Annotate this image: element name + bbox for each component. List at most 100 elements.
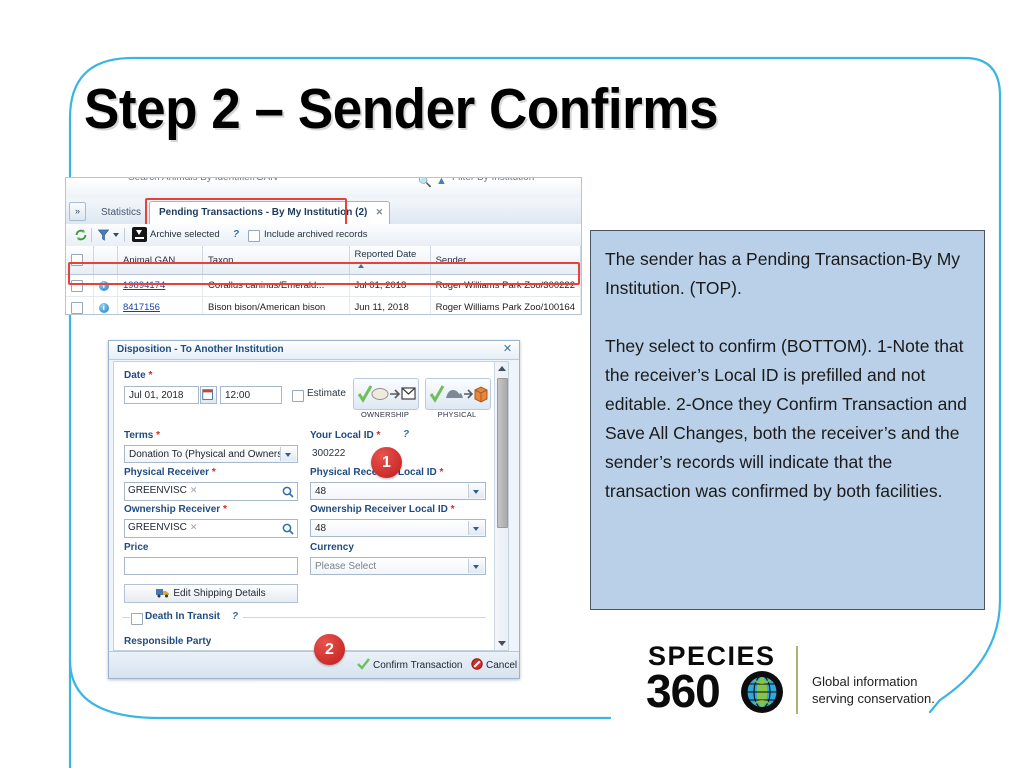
scroll-down-icon[interactable] [498,641,506,646]
dialog-footer: Confirm Transaction Cancel [109,651,519,678]
confirm-transaction-button[interactable]: Confirm Transaction [357,658,462,673]
death-in-transit-checkbox[interactable] [131,613,143,625]
responsible-party-label: Responsible Party [124,636,212,647]
row-checkbox-cell[interactable] [66,296,94,314]
search-icon[interactable] [282,486,294,498]
ownership-receiver-lookup[interactable]: GREENVISC ✕ [124,519,298,538]
physical-receiver-chip: GREENVISC ✕ [128,485,198,496]
page-title: Step 2 – Sender Confirms [84,77,718,141]
physical-transfer-icon [429,385,488,403]
note-spacer [605,303,970,332]
col-taxon[interactable]: Taxon [202,246,350,275]
chevron-down-icon[interactable] [468,559,484,573]
select-all-header[interactable] [66,246,94,275]
currency-select[interactable]: Please Select [310,557,486,575]
scroll-up-icon[interactable] [498,366,506,371]
cell-sender: Roger Williams Park Zoo/300222 [430,274,581,297]
info-icon[interactable]: i [98,281,109,291]
scrollbar-thumb[interactable] [497,378,508,528]
remove-chip-icon[interactable]: ✕ [190,522,198,532]
cell-animal-gan[interactable]: 19894174 [117,274,204,297]
your-local-id-label: Your Local ID * [310,430,381,441]
truck-icon [156,589,170,598]
clipped-search-row: Search Animals By Identifier/GAN 🔍 ▲ Fil… [66,178,581,199]
sort-ascending-icon [357,264,364,268]
your-local-id-value: 300222 [312,448,346,459]
dialog-scrollbar[interactable] [494,362,508,650]
col-reported-date[interactable]: Reported Date [349,246,431,275]
note-paragraph-1: The sender has a Pending Transaction-By … [605,249,961,298]
physical-receiver-label: Physical Receiver * [124,467,216,478]
info-column-header [93,246,118,275]
annotation-badge-1: 1 [371,447,402,478]
pending-transactions-table: Animal GAN Taxon Reported Date Sender i … [66,246,581,314]
physical-receiver-local-id-select[interactable]: 48 [310,482,486,500]
logo-divider [796,646,798,714]
cell-reported-date: Jun 11, 2018 [349,296,431,314]
remove-chip-icon[interactable]: ✕ [190,485,198,495]
expand-chevron-icon[interactable]: » [69,202,86,221]
tab-statistics[interactable]: Statistics [91,201,151,224]
edit-shipping-details-button[interactable]: Edit Shipping Details [124,584,298,603]
cell-reported-date: Jul 01, 2018 [349,274,431,297]
info-icon[interactable]: i [98,303,109,313]
cancel-button[interactable]: Cancel [471,658,517,673]
chevron-down-icon[interactable] [468,521,484,535]
cell-animal-gan[interactable]: 8417156 [117,296,204,314]
close-icon[interactable]: ✕ [374,207,384,217]
table-header-row: Animal GAN Taxon Reported Date Sender [66,246,581,275]
estimate-checkbox[interactable] [292,390,304,402]
physical-transfer-button[interactable] [425,378,491,410]
table-row[interactable]: i 19894174 Corallus caninus/Emerald... J… [66,274,581,297]
row-info-cell[interactable]: i [93,274,118,297]
pending-transactions-screenshot: Search Animals By Identifier/GAN 🔍 ▲ Fil… [65,177,582,315]
dialog-title-bar: Disposition - To Another Institution ✕ [109,341,519,360]
help-icon[interactable]: ? [229,611,241,623]
col-sender[interactable]: Sender [430,246,581,275]
ownership-receiver-local-id-select[interactable]: 48 [310,519,486,537]
row-info-cell[interactable]: i [93,296,118,314]
date-input[interactable]: Jul 01, 2018 [124,386,199,404]
calendar-icon[interactable] [200,386,217,404]
estimate-label: Estimate [307,388,346,399]
chevron-down-icon[interactable] [113,233,119,237]
explanation-note: The sender has a Pending Transaction-By … [590,230,985,610]
include-archived-label: Include archived records [264,229,368,240]
time-input[interactable]: 12:00 [220,386,282,404]
refresh-icon[interactable] [74,228,88,242]
check-icon [357,658,370,670]
species360-logo: SPECIES 360 Global information serving c… [646,643,998,723]
ownership-transfer-icon [357,385,416,403]
filter-institution-icon[interactable]: ▲ [436,178,447,187]
table-row[interactable]: i 8417156 Bison bison/American bison Jun… [66,296,581,314]
ownership-transfer-button[interactable] [353,378,419,410]
price-input[interactable] [124,557,298,575]
search-icon[interactable] [282,523,294,535]
date-label: Date * [124,370,153,381]
archive-selected-label[interactable]: Archive selected [150,227,220,243]
physical-receiver-lookup[interactable]: GREENVISC ✕ [124,482,298,501]
annotation-badge-2: 2 [314,634,345,665]
ownership-receiver-label: Ownership Receiver * [124,504,227,515]
funnel-icon[interactable] [98,229,109,241]
ownership-receiver-chip: GREENVISC ✕ [128,522,198,533]
search-icon[interactable]: 🔍 [418,178,432,188]
include-archived-checkbox[interactable] [248,230,260,242]
row-checkbox-cell[interactable] [66,274,94,297]
search-animals-label: Search Animals By Identifier/GAN [128,178,278,183]
help-icon[interactable]: ? [230,229,242,241]
help-icon[interactable]: ? [400,429,412,441]
cell-taxon: Bison bison/American bison [202,296,350,314]
logo-number-text: 360 [646,665,721,717]
col-animal-gan[interactable]: Animal GAN [117,246,204,275]
archive-icon[interactable] [132,227,147,242]
globe-icon [741,671,783,713]
dialog-title: Disposition - To Another Institution [117,344,284,355]
chevron-down-icon[interactable] [468,484,484,498]
note-paragraph-2: They select to confirm (BOTTOM). 1-Note … [605,336,967,501]
terms-select[interactable]: Donation To (Physical and Owners [124,445,298,463]
chevron-down-icon[interactable] [280,447,296,461]
close-icon[interactable]: ✕ [502,344,513,355]
ownership-receiver-local-id-label: Ownership Receiver Local ID * [310,504,455,515]
filter-institution-label: Filter By Institution [452,178,534,183]
